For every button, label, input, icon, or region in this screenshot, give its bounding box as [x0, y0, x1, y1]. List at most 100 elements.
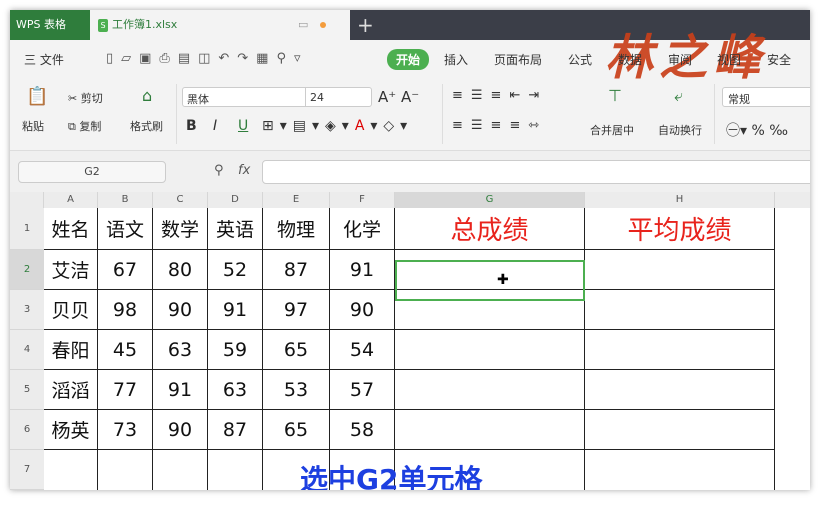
table-cell[interactable]: 63	[208, 370, 263, 410]
row-header-7[interactable]: 7	[10, 450, 44, 490]
table-cell[interactable]: 91	[208, 290, 263, 330]
table-cell[interactable]	[44, 450, 98, 490]
table-cell[interactable]: 91	[330, 250, 395, 290]
column-header-G[interactable]: G	[395, 192, 585, 208]
table-cell[interactable]: 87	[208, 410, 263, 450]
row-header-6[interactable]: 6	[10, 410, 44, 450]
table-cell[interactable]: 98	[98, 290, 153, 330]
table-cell[interactable]: 77	[98, 370, 153, 410]
table-cell[interactable]	[585, 330, 775, 370]
table-cell[interactable]: 67	[98, 250, 153, 290]
currency-percent-icons[interactable]: ㊀▾ % ‰	[726, 120, 788, 140]
header-cell[interactable]: 姓名	[44, 208, 98, 250]
font-color-icon[interactable]: A	[355, 118, 371, 134]
paste-button[interactable]: 粘贴	[22, 118, 44, 134]
table-cell[interactable]	[98, 450, 153, 490]
table-cell[interactable]: 53	[263, 370, 330, 410]
row-header-2[interactable]: 2	[10, 250, 44, 290]
column-header-E[interactable]: E	[263, 192, 330, 208]
merge-center-button[interactable]: 合并居中	[590, 122, 634, 138]
table-cell[interactable]	[395, 370, 585, 410]
column-header-D[interactable]: D	[208, 192, 263, 208]
column-header-F[interactable]: F	[330, 192, 395, 208]
align-icons[interactable]: ≡☰≡⇤⇥	[452, 88, 547, 103]
table-cell[interactable]	[585, 370, 775, 410]
row-header-3[interactable]: 3	[10, 290, 44, 330]
menu-insert[interactable]: 插入	[444, 51, 468, 68]
table-cell[interactable]: 45	[98, 330, 153, 370]
table-cell[interactable]: 63	[153, 330, 208, 370]
name-box[interactable]: G2	[18, 161, 166, 183]
font-select[interactable]: 黑体 24	[182, 87, 372, 107]
zoom-icon[interactable]: ⚲	[214, 163, 224, 178]
header-cell[interactable]: 英语	[208, 208, 263, 250]
document-tab[interactable]: S 工作簿1.xlsx ▭	[90, 10, 350, 40]
menu-view[interactable]: 视图	[717, 51, 741, 68]
table-cell[interactable]: 91	[153, 370, 208, 410]
format-painter-button[interactable]: 格式刷	[130, 118, 163, 134]
table-cell[interactable]	[153, 450, 208, 490]
selected-cell-g2[interactable]: ✚	[395, 260, 585, 301]
table-cell[interactable]: 90	[330, 290, 395, 330]
quick-access-icons[interactable]: ▯▱▣⎙▤◫↶↷▦⚲▿	[106, 51, 309, 66]
row-header-4[interactable]: 4	[10, 330, 44, 370]
column-header-I[interactable]	[775, 192, 810, 208]
table-cell[interactable]: 52	[208, 250, 263, 290]
format-painter-icon[interactable]: ⌂	[142, 86, 152, 105]
table-cell[interactable]: 滔滔	[44, 370, 98, 410]
header-cell[interactable]: 平均成绩	[585, 208, 775, 250]
table-cell[interactable]: 贝贝	[44, 290, 98, 330]
table-cell[interactable]: 杨英	[44, 410, 98, 450]
table-cell[interactable]: 57	[330, 370, 395, 410]
menu-review[interactable]: 审阅	[668, 51, 692, 68]
row-header-5[interactable]: 5	[10, 370, 44, 410]
column-header-A[interactable]: A	[44, 192, 98, 208]
table-cell[interactable]: 54	[330, 330, 395, 370]
merge-icon[interactable]: ⊤	[608, 86, 622, 105]
number-format-select[interactable]: 常规	[722, 87, 810, 107]
menu-formula[interactable]: 公式	[568, 51, 592, 68]
app-tab[interactable]: WPS 表格	[10, 10, 90, 40]
column-header-B[interactable]: B	[98, 192, 153, 208]
horizontal-align-icons[interactable]: ≡☰≡≡⇿	[452, 118, 547, 133]
table-cell[interactable]: 65	[263, 330, 330, 370]
wrap-text-button[interactable]: 自动换行	[658, 122, 702, 138]
table-cell[interactable]	[208, 450, 263, 490]
copy-button[interactable]: ⧉ 复制	[68, 118, 101, 134]
table-cell[interactable]: 87	[263, 250, 330, 290]
table-cell[interactable]: 艾洁	[44, 250, 98, 290]
table-cell[interactable]	[585, 290, 775, 330]
table-cell[interactable]: 90	[153, 290, 208, 330]
table-cell[interactable]	[585, 410, 775, 450]
table-cell[interactable]	[395, 410, 585, 450]
column-header-H[interactable]: H	[585, 192, 775, 208]
row-header-1[interactable]: 1	[10, 208, 44, 250]
font-size-select[interactable]: 24	[305, 88, 373, 106]
header-cell[interactable]: 化学	[330, 208, 395, 250]
menu-data[interactable]: 数据	[618, 51, 642, 68]
menu-security[interactable]: 安全	[767, 51, 791, 68]
paste-icon[interactable]: 📋	[26, 86, 48, 107]
select-all-corner[interactable]	[10, 192, 44, 208]
cut-button[interactable]: ✂ 剪切	[68, 90, 103, 106]
table-cell[interactable]: 90	[153, 410, 208, 450]
menu-page-layout[interactable]: 页面布局	[494, 51, 542, 68]
fx-icon[interactable]: fx	[238, 163, 250, 178]
table-cell[interactable]: 65	[263, 410, 330, 450]
underline-button[interactable]: U	[238, 118, 248, 134]
file-menu[interactable]: 三 文件	[24, 51, 64, 68]
header-cell[interactable]: 物理	[263, 208, 330, 250]
menu-start[interactable]: 开始	[387, 49, 430, 70]
new-tab-button[interactable]: +	[357, 10, 374, 40]
table-cell[interactable]	[585, 450, 775, 490]
bold-button[interactable]: B	[186, 118, 197, 134]
table-cell[interactable]: 59	[208, 330, 263, 370]
table-cell[interactable]: 春阳	[44, 330, 98, 370]
table-cell[interactable]	[585, 250, 775, 290]
table-cell[interactable]	[395, 330, 585, 370]
spreadsheet-grid[interactable]: A B C D E F G H 1 2 3 4 5 6 7 姓名 艾洁 贝贝 春阳 滔滔 杨英 语文 67 98 45 77 73 数…	[10, 192, 810, 490]
wrap-icon[interactable]: ⤶	[674, 86, 683, 106]
formula-input[interactable]	[262, 160, 810, 184]
table-cell[interactable]: 58	[330, 410, 395, 450]
table-cell[interactable]: 73	[98, 410, 153, 450]
